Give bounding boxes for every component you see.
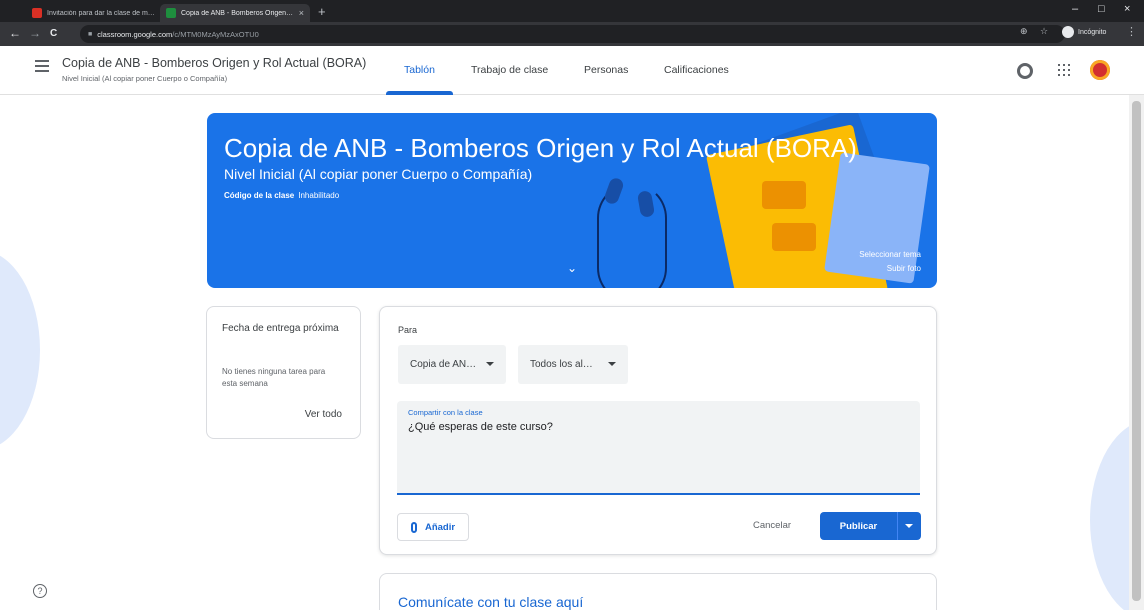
reload-button[interactable]: C <box>50 28 57 39</box>
upcoming-card: Fecha de entrega próxima No tienes ningu… <box>206 306 361 439</box>
star-icon[interactable]: ☆ <box>1040 26 1048 37</box>
tab-calificaciones[interactable]: Calificaciones <box>664 64 729 76</box>
communicate-heading: Comunícate con tu clase aquí <box>398 594 584 610</box>
course-subtitle: Nivel Inicial (Al copiar poner Cuerpo o … <box>62 74 228 83</box>
announcement-composer: Para Copia de AN… Todos los al… Comparti… <box>379 306 937 555</box>
settings-gear-icon[interactable] <box>1017 63 1033 79</box>
incognito-icon <box>1062 26 1074 38</box>
url-host: classroom.google.com <box>97 29 173 39</box>
paperclip-icon <box>410 521 417 533</box>
speech-bubble-illustration <box>762 181 806 209</box>
share-field-label: Compartir con la clase <box>408 408 483 417</box>
publish-button[interactable]: Publicar <box>820 512 897 540</box>
zoom-icon[interactable]: ⊕ <box>1020 26 1028 37</box>
upcoming-empty-text: No tienes ninguna tarea para esta semana <box>222 367 326 388</box>
students-select[interactable]: Todos los al… <box>518 345 628 384</box>
dropdown-arrow-icon <box>486 362 494 366</box>
browser-toolbar: ← → C ■ classroom.google.com /c/MTM0MzAy… <box>0 22 1144 46</box>
course-title[interactable]: Copia de ANB - Bomberos Origen y Rol Act… <box>62 56 366 70</box>
publish-divider <box>897 512 898 540</box>
select-theme-link[interactable]: Seleccionar tema <box>859 250 921 259</box>
add-attachment-button[interactable]: Añadir <box>397 513 469 541</box>
incognito-indicator[interactable]: Incógnito <box>1062 26 1106 38</box>
cancel-button[interactable]: Cancelar <box>753 520 791 531</box>
class-select[interactable]: Copia de AN… <box>398 345 506 384</box>
back-button[interactable]: ← <box>9 26 21 40</box>
browser-tab-classroom[interactable]: Copia de ANB - Bomberos Origen… × <box>160 4 310 22</box>
google-apps-icon[interactable] <box>1058 64 1070 76</box>
classroom-icon <box>166 8 176 18</box>
classroom-header: Copia de ANB - Bomberos Origen y Rol Act… <box>0 46 1144 95</box>
tab-strip: Invitación para dar la clase de m… × Cop… <box>0 0 1144 22</box>
add-label: Añadir <box>424 521 456 533</box>
tab-title: Copia de ANB - Bomberos Origen… <box>181 9 294 17</box>
class-code: Código de la clase Inhabilitado <box>224 191 339 200</box>
url-path: /c/MTM0MzAyMzAxOTU0 <box>172 29 259 39</box>
tab-personas[interactable]: Personas <box>584 64 628 76</box>
tab-title: Invitación para dar la clase de m… <box>47 9 155 17</box>
dropdown-arrow-icon <box>608 362 616 366</box>
chevron-down-icon[interactable]: ⌄ <box>567 261 577 275</box>
publish-options-dropdown-icon[interactable] <box>905 524 913 528</box>
tab-tablon[interactable]: Tablón <box>404 64 435 76</box>
communicate-card: Comunícate con tu clase aquí <box>379 573 937 610</box>
forward-button[interactable]: → <box>29 26 41 40</box>
upload-photo-link[interactable]: Subir foto <box>887 264 921 273</box>
browser-window: Invitación para dar la clase de m… × Cop… <box>0 0 1144 610</box>
upcoming-title: Fecha de entrega próxima <box>222 323 339 334</box>
active-tab-indicator <box>386 91 453 95</box>
class-select-value: Copia de AN… <box>410 359 477 370</box>
for-label: Para <box>398 325 418 335</box>
banner-title: Copia de ANB - Bomberos Origen y Rol Act… <box>224 133 857 163</box>
account-avatar[interactable] <box>1090 60 1110 80</box>
tab-trabajo-de-clase[interactable]: Trabajo de clase <box>471 64 548 76</box>
minimize-button[interactable]: – <box>1072 3 1078 15</box>
browser-tab-invitation[interactable]: Invitación para dar la clase de m… × <box>26 4 176 22</box>
help-icon[interactable]: ? <box>33 584 47 598</box>
banner-subtitle: Nivel Inicial (Al copiar poner Cuerpo o … <box>224 166 533 182</box>
page-scrollbar[interactable] <box>1129 95 1144 610</box>
gmail-icon <box>32 8 42 18</box>
close-window-button[interactable]: × <box>1124 3 1130 15</box>
speech-bubble-illustration <box>772 223 816 251</box>
close-tab-icon[interactable]: × <box>299 8 304 18</box>
class-code-label: Código de la clase <box>224 191 295 200</box>
share-with-class-field[interactable]: Compartir con la clase ¿Qué esperas de e… <box>397 401 920 495</box>
browser-menu-icon[interactable]: ⋮ <box>1126 25 1137 38</box>
address-bar[interactable]: ■ classroom.google.com /c/MTM0MzAyMzAxOT… <box>80 25 1065 43</box>
lock-icon: ■ <box>88 30 93 38</box>
class-banner: Copia de ANB - Bomberos Origen y Rol Act… <box>207 113 937 288</box>
background-decoration <box>0 250 40 450</box>
scrollbar-thumb[interactable] <box>1132 101 1141 601</box>
incognito-label: Incógnito <box>1078 28 1107 36</box>
share-field-value[interactable]: ¿Qué esperas de este curso? <box>408 421 553 433</box>
new-tab-button[interactable]: + <box>318 4 326 19</box>
students-select-value: Todos los al… <box>530 359 593 370</box>
main-menu-icon[interactable] <box>35 60 49 72</box>
maximize-button[interactable]: □ <box>1098 3 1105 15</box>
view-all-link[interactable]: Ver todo <box>305 409 342 420</box>
class-code-value: Inhabilitado <box>298 191 340 200</box>
publish-button-group: Publicar <box>820 512 921 540</box>
